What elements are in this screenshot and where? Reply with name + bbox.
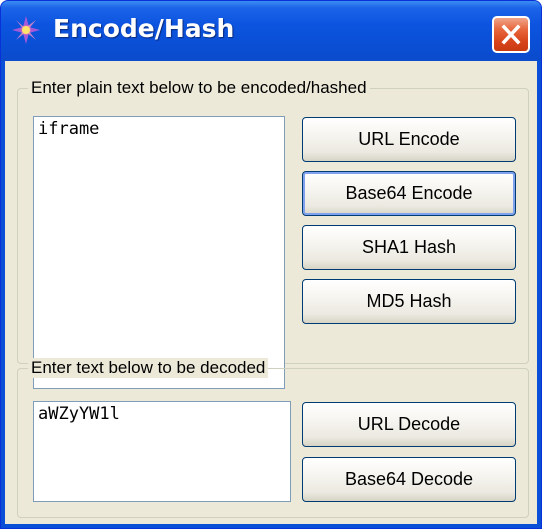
md5-hash-button[interactable]: MD5 Hash	[302, 279, 516, 324]
encode-group-legend: Enter plain text below to be encoded/has…	[28, 78, 370, 98]
decode-group-legend: Enter text below to be decoded	[28, 358, 269, 378]
plain-text-input[interactable]: iframe	[33, 116, 285, 389]
dialog-body: Enter plain text below to be encoded/has…	[5, 61, 537, 524]
sparkle-app-icon	[12, 16, 40, 44]
base64-encode-button[interactable]: Base64 Encode	[302, 171, 516, 216]
title-bar[interactable]: Encode/Hash	[1, 1, 541, 61]
window-title: Encode/Hash	[53, 14, 235, 43]
sha1-hash-button[interactable]: SHA1 Hash	[302, 225, 516, 270]
base64-decode-button[interactable]: Base64 Decode	[302, 457, 516, 502]
close-button[interactable]	[492, 16, 530, 53]
close-x-icon	[501, 24, 521, 45]
encode-hash-window: Encode/Hash Enter plain text below to be…	[0, 0, 542, 529]
url-encode-button[interactable]: URL Encode	[302, 117, 516, 162]
decode-text-input[interactable]: aWZyYW1l	[33, 401, 291, 502]
url-decode-button[interactable]: URL Decode	[302, 402, 516, 447]
